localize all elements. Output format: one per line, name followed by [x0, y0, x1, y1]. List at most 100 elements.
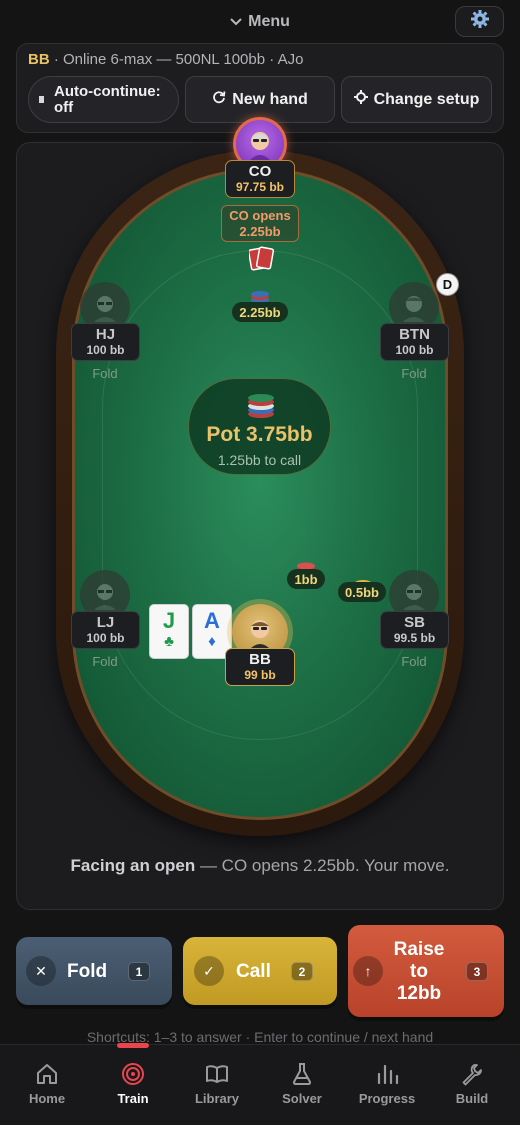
- bar-chart-icon: [377, 1064, 399, 1085]
- sb-status: Fold: [401, 654, 427, 669]
- menu-button[interactable]: Menu: [190, 10, 330, 34]
- seat-stack: 99.5 bb: [393, 631, 436, 645]
- hero-card-1: J ♣: [149, 604, 189, 659]
- seat-hj: HJ 100 bb: [71, 323, 140, 361]
- co-action-tag: CO opens 2.25bb: [221, 205, 299, 242]
- bottom-nav: Home Train Library Solver Progress Build: [0, 1043, 520, 1125]
- nav-label: Library: [194, 1091, 240, 1106]
- fold-label: Fold: [67, 961, 108, 982]
- raise-label: Raise to 12bb: [384, 939, 454, 1005]
- dealer-button: D: [436, 273, 459, 296]
- call-label: Call: [236, 961, 271, 982]
- home-icon: [37, 1064, 57, 1084]
- seat-lj: LJ 100 bb: [71, 611, 140, 649]
- nav-build[interactable]: Build: [429, 1045, 515, 1125]
- auto-continue-label: Auto-continue: off: [54, 82, 161, 116]
- wrench-icon: [462, 1064, 482, 1086]
- co-bet-amount: 2.25bb: [232, 302, 288, 322]
- seat-name: LJ: [96, 614, 115, 631]
- seat-bb: BB 99 bb: [225, 648, 295, 686]
- card-suit: ♦: [208, 633, 216, 650]
- player-face-icon: [94, 296, 116, 322]
- nav-home[interactable]: Home: [4, 1045, 90, 1125]
- target-icon: [122, 1063, 144, 1085]
- auto-continue-label-line1: Auto-continue:: [54, 82, 161, 100]
- seat-btn: BTN 100 bb: [380, 323, 449, 361]
- card-suit: ♣: [164, 633, 174, 650]
- nav-label: Train: [117, 1091, 149, 1106]
- call-button[interactable]: ✓ Call 2: [183, 937, 337, 1005]
- change-setup-button[interactable]: Change setup: [341, 76, 492, 123]
- player-face-icon: [94, 584, 116, 610]
- shortcuts-hint: Shortcuts: 1–3 to answer · Enter to cont…: [86, 1029, 434, 1045]
- call-shortcut-key: 2: [291, 962, 313, 981]
- player-face-icon: [403, 584, 425, 610]
- seat-stack: 99 bb: [244, 668, 276, 682]
- seat-sb: SB 99.5 bb: [380, 611, 449, 649]
- raise-button[interactable]: ↑ Raise to 12bb 3: [348, 925, 504, 1017]
- toggle-indicator-icon: [39, 96, 44, 103]
- book-icon: [206, 1065, 228, 1083]
- nav-label: Build: [455, 1091, 489, 1106]
- action-text: CO opens: [229, 208, 291, 223]
- auto-continue-state: off: [54, 98, 74, 116]
- change-setup-label: Change setup: [373, 90, 480, 108]
- sb-bet-amount: 0.5bb: [338, 582, 386, 602]
- pot-chips-icon: [246, 393, 276, 424]
- player-face-icon: [249, 620, 271, 650]
- chevron-down-icon: [230, 13, 242, 31]
- seat-name: SB: [404, 614, 425, 631]
- player-face-icon: [403, 296, 425, 322]
- refresh-icon: [212, 90, 226, 109]
- auto-continue-toggle[interactable]: Auto-continue: off: [28, 76, 179, 123]
- top-bar: Menu: [0, 0, 520, 42]
- nav-train[interactable]: Train: [90, 1045, 176, 1125]
- nav-label: Progress: [358, 1091, 416, 1106]
- seat-name: HJ: [95, 326, 116, 343]
- lj-status: Fold: [92, 654, 118, 669]
- decision-prompt: Facing an open — CO opens 2.25bb. Your m…: [16, 856, 504, 876]
- raise-label-line2: to: [410, 961, 428, 982]
- seat-stack: 100 bb: [86, 343, 125, 357]
- card-rank: A: [204, 608, 220, 633]
- pot-display: Pot 3.75bb 1.25bb to call: [188, 378, 331, 475]
- to-call-amount: 1.25bb to call: [217, 452, 302, 468]
- fold-shortcut-key: 1: [128, 962, 150, 981]
- hj-status: Fold: [92, 366, 118, 381]
- gear-icon: [353, 90, 368, 109]
- seat-name: BTN: [399, 326, 430, 343]
- card-rank: J: [162, 608, 176, 633]
- seat-stack: 100 bb: [86, 631, 125, 645]
- nav-library[interactable]: Library: [174, 1045, 260, 1125]
- gear-icon: [470, 9, 490, 34]
- hero-position: BB: [28, 51, 50, 68]
- seat-co: CO 97.75 bb: [225, 160, 295, 198]
- close-icon: ✕: [26, 956, 56, 986]
- seat-name: BB: [249, 651, 271, 668]
- card-back-icon: [247, 246, 275, 277]
- seat-stack: 97.75 bb: [235, 180, 285, 194]
- new-hand-button[interactable]: New hand: [185, 76, 335, 123]
- btn-status: Fold: [401, 366, 427, 381]
- nav-label: Home: [28, 1091, 66, 1106]
- nav-progress[interactable]: Progress: [344, 1045, 430, 1125]
- raise-shortcut-key: 3: [466, 962, 488, 981]
- action-amount: 2.25bb: [239, 224, 281, 239]
- menu-label: Menu: [248, 13, 290, 30]
- prompt-text: — CO opens 2.25bb. Your move.: [195, 856, 450, 875]
- nav-label: Solver: [282, 1091, 322, 1106]
- raise-amount: 12bb: [396, 983, 442, 1004]
- scenario-description: BB · Online 6-max — 500NL 100bb · AJo: [28, 51, 303, 68]
- bb-bet-amount: 1bb: [287, 569, 325, 589]
- raise-label-line1: Raise: [393, 939, 445, 960]
- check-icon: ✓: [194, 956, 224, 986]
- nav-solver[interactable]: Solver: [259, 1045, 345, 1125]
- flask-icon: [292, 1063, 312, 1085]
- settings-button[interactable]: [455, 6, 504, 37]
- scenario-text: · Online 6-max — 500NL 100bb · AJo: [49, 51, 304, 68]
- prompt-title: Facing an open: [70, 856, 196, 875]
- seat-stack: 100 bb: [395, 343, 434, 357]
- pot-amount: Pot 3.75bb: [206, 423, 313, 446]
- fold-button[interactable]: ✕ Fold 1: [16, 937, 172, 1005]
- seat-name: CO: [248, 163, 272, 180]
